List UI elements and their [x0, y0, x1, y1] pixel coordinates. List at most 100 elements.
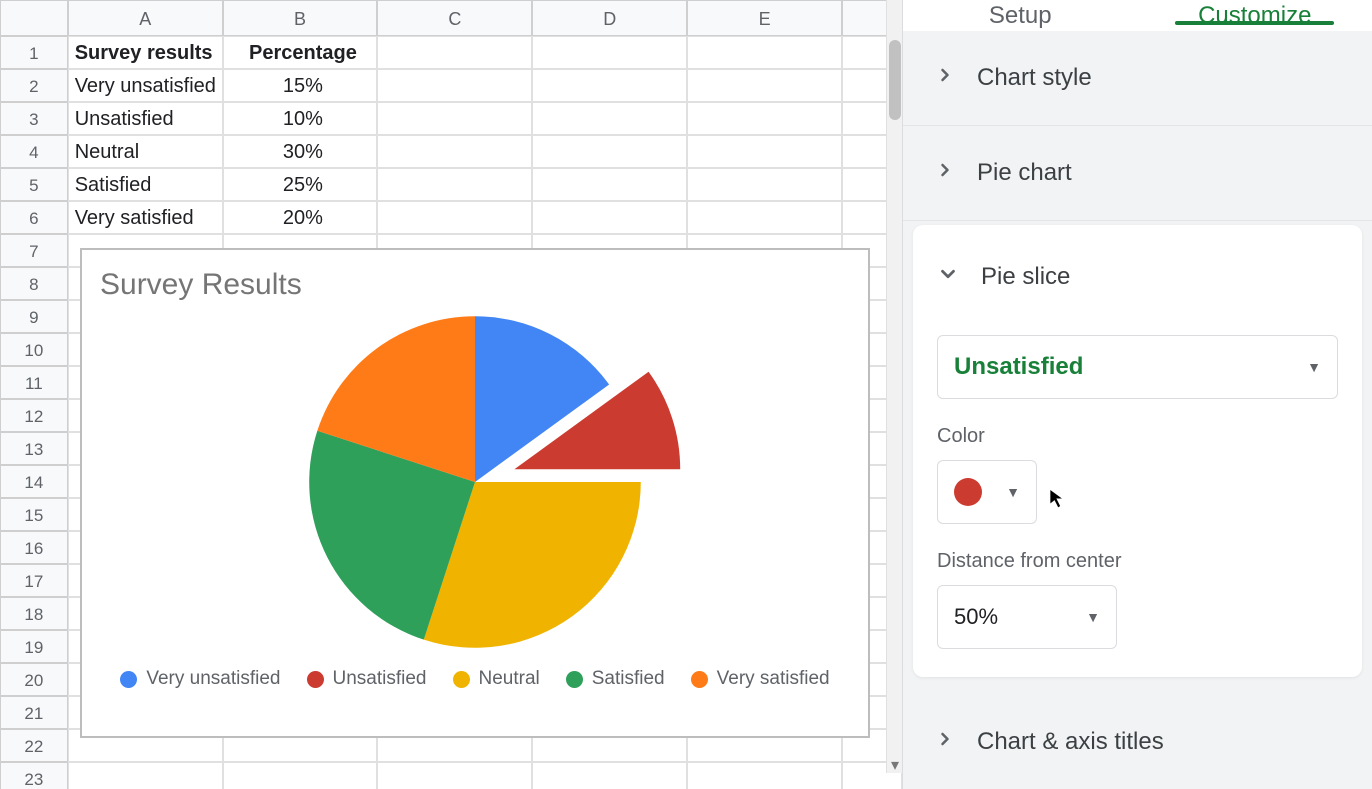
legend-dot-icon [691, 671, 708, 688]
cell-A4[interactable]: Neutral [68, 135, 223, 168]
section-pie-chart[interactable]: Pie chart [903, 126, 1372, 221]
dropdown-caret-icon: ▼ [1307, 359, 1321, 375]
embedded-chart[interactable]: Survey Results Very unsatisfied Unsatisfi… [80, 248, 870, 738]
row-header[interactable]: 10 [0, 333, 68, 366]
cell-D2[interactable] [532, 69, 687, 102]
vertical-scrollbar[interactable]: ▾ [886, 0, 902, 773]
dropdown-caret-icon: ▼ [1006, 484, 1020, 500]
row-header[interactable]: 15 [0, 498, 68, 531]
section-label: Chart & axis titles [977, 728, 1164, 756]
cell-A23[interactable] [68, 762, 223, 789]
cell-B6[interactable]: 20% [223, 201, 378, 234]
cell-D5[interactable] [532, 168, 687, 201]
spreadsheet-area[interactable]: A B C D E 1Survey resultsPercentage2Very… [0, 0, 902, 789]
row-header[interactable]: 16 [0, 531, 68, 564]
legend-item[interactable]: Very satisfied [691, 668, 830, 690]
slice-select-value: Unsatisfied [954, 353, 1083, 381]
row-header[interactable]: 14 [0, 465, 68, 498]
tab-setup[interactable]: Setup [903, 0, 1138, 31]
column-header-c[interactable]: C [377, 0, 532, 36]
cell-B4[interactable]: 30% [223, 135, 378, 168]
column-header-a[interactable]: A [68, 0, 223, 36]
row-header[interactable]: 3 [0, 102, 68, 135]
cell-D23[interactable] [532, 762, 687, 789]
cell-E23[interactable] [687, 762, 842, 789]
cell-A3[interactable]: Unsatisfied [68, 102, 223, 135]
cell-C5[interactable] [377, 168, 532, 201]
row[interactable]: 4Neutral30% [0, 135, 902, 168]
row-header[interactable]: 9 [0, 300, 68, 333]
legend-item[interactable]: Satisfied [566, 668, 665, 690]
cell-C3[interactable] [377, 102, 532, 135]
cell-D6[interactable] [532, 201, 687, 234]
slice-distance-dropdown[interactable]: 50% ▼ [937, 585, 1117, 649]
row-header[interactable]: 13 [0, 432, 68, 465]
chart-title: Survey Results [100, 268, 850, 302]
cell-E1[interactable] [687, 36, 842, 69]
row-header[interactable]: 22 [0, 729, 68, 762]
cell-B3[interactable]: 10% [223, 102, 378, 135]
row-header[interactable]: 20 [0, 663, 68, 696]
row-header[interactable]: 4 [0, 135, 68, 168]
cell-E2[interactable] [687, 69, 842, 102]
cell-A2[interactable]: Very unsatisfied [68, 69, 223, 102]
cell-E6[interactable] [687, 201, 842, 234]
row[interactable]: 23 [0, 762, 902, 789]
cell-C6[interactable] [377, 201, 532, 234]
row-header[interactable]: 2 [0, 69, 68, 102]
row[interactable]: 5Satisfied25% [0, 168, 902, 201]
row-header[interactable]: 7 [0, 234, 68, 267]
section-pie-slice-header[interactable]: Pie slice [937, 245, 1338, 309]
cell-E5[interactable] [687, 168, 842, 201]
legend-item[interactable]: Very unsatisfied [120, 668, 280, 690]
cell-A1[interactable]: Survey results [68, 36, 223, 69]
tab-customize[interactable]: Customize [1138, 0, 1372, 31]
cell-A5[interactable]: Satisfied [68, 168, 223, 201]
row[interactable]: 3Unsatisfied10% [0, 102, 902, 135]
cell-B5[interactable]: 25% [223, 168, 378, 201]
slice-color-dropdown[interactable]: ▼ [937, 460, 1037, 524]
section-chart-axis-titles[interactable]: Chart & axis titles [903, 695, 1372, 789]
cell-B2[interactable]: 15% [223, 69, 378, 102]
scroll-down-arrow-icon[interactable]: ▾ [887, 757, 902, 773]
cell-D4[interactable] [532, 135, 687, 168]
cell-A6[interactable]: Very satisfied [68, 201, 223, 234]
column-header-e[interactable]: E [687, 0, 842, 36]
row[interactable]: 1Survey resultsPercentage [0, 36, 902, 69]
row-header[interactable]: 21 [0, 696, 68, 729]
row-header[interactable]: 23 [0, 762, 68, 789]
column-header-d[interactable]: D [532, 0, 687, 36]
row-header[interactable]: 19 [0, 630, 68, 663]
row-header[interactable]: 6 [0, 201, 68, 234]
row-header[interactable]: 1 [0, 36, 68, 69]
cell-D3[interactable] [532, 102, 687, 135]
cell-E3[interactable] [687, 102, 842, 135]
cell-C2[interactable] [377, 69, 532, 102]
legend-dot-icon [453, 671, 470, 688]
row-header[interactable]: 12 [0, 399, 68, 432]
legend-dot-icon [120, 671, 137, 688]
cell-C1[interactable] [377, 36, 532, 69]
row[interactable]: 2Very unsatisfied15% [0, 69, 902, 102]
scrollbar-thumb[interactable] [889, 40, 901, 120]
cell-B23[interactable] [223, 762, 378, 789]
row-header[interactable]: 18 [0, 597, 68, 630]
cell-C4[interactable] [377, 135, 532, 168]
legend-item[interactable]: Neutral [453, 668, 540, 690]
column-header-b[interactable]: B [223, 0, 378, 36]
cell-B1[interactable]: Percentage [223, 36, 378, 69]
section-chart-style[interactable]: Chart style [903, 31, 1372, 126]
row-header[interactable]: 8 [0, 267, 68, 300]
row[interactable]: 6Very satisfied20% [0, 201, 902, 234]
cell-D1[interactable] [532, 36, 687, 69]
legend-label: Satisfied [592, 668, 665, 690]
legend-label: Neutral [479, 668, 540, 690]
row-header[interactable]: 11 [0, 366, 68, 399]
row-header[interactable]: 17 [0, 564, 68, 597]
cell-E4[interactable] [687, 135, 842, 168]
select-all-corner[interactable] [0, 0, 68, 36]
row-header[interactable]: 5 [0, 168, 68, 201]
legend-item[interactable]: Unsatisfied [307, 668, 427, 690]
cell-C23[interactable] [377, 762, 532, 789]
slice-select-dropdown[interactable]: Unsatisfied ▼ [937, 335, 1338, 399]
